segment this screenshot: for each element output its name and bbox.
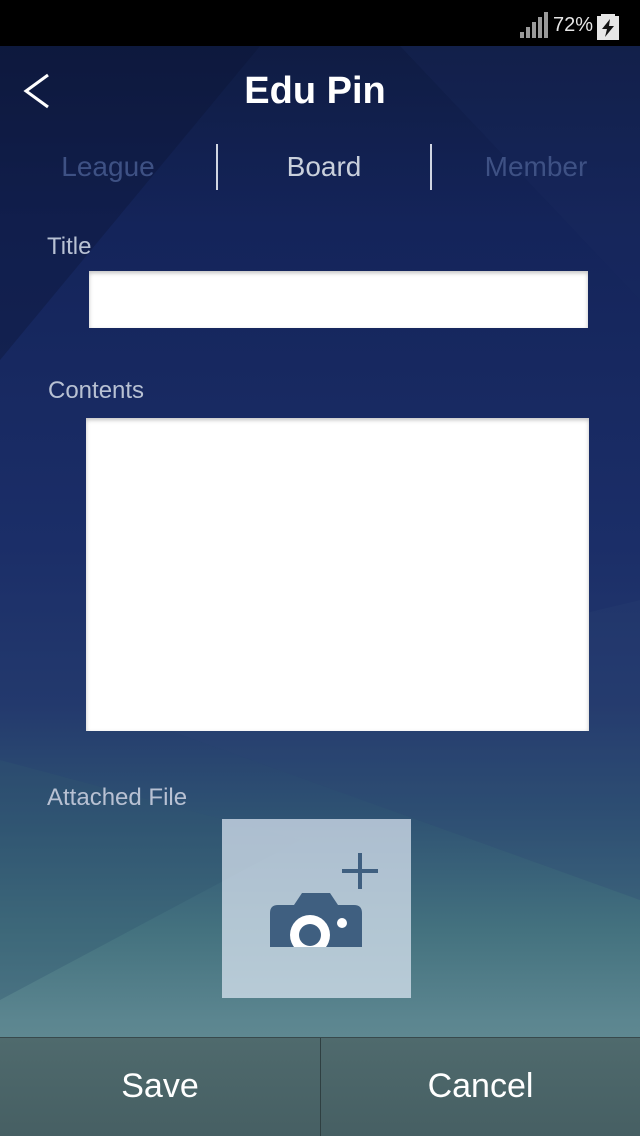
attached-file-label: Attached File [47, 784, 188, 811]
camera-add-icon [270, 853, 378, 947]
bottom-action-bar: Save Cancel [0, 1037, 640, 1136]
battery-charging-icon [597, 14, 619, 40]
tab-member[interactable]: Member [432, 144, 640, 190]
contents-label: Contents [48, 377, 145, 404]
page-title: Edu Pin [244, 70, 386, 112]
app-screen: 72% Edu Pin League Board Member Title Co… [0, 0, 640, 1136]
tab-bar: League Board Member [0, 144, 640, 190]
tab-league[interactable]: League [0, 144, 216, 190]
contents-textarea[interactable] [86, 418, 589, 731]
tab-board[interactable]: Board [218, 144, 430, 190]
status-bar: 72% [0, 0, 640, 46]
cellular-signal-icon [520, 12, 548, 38]
title-input[interactable] [89, 271, 588, 328]
battery-percent: 72% [553, 14, 594, 36]
title-label: Title [47, 233, 92, 260]
cancel-button[interactable]: Cancel [321, 1038, 640, 1136]
save-button[interactable]: Save [0, 1038, 320, 1136]
add-photo-button[interactable] [222, 819, 411, 998]
